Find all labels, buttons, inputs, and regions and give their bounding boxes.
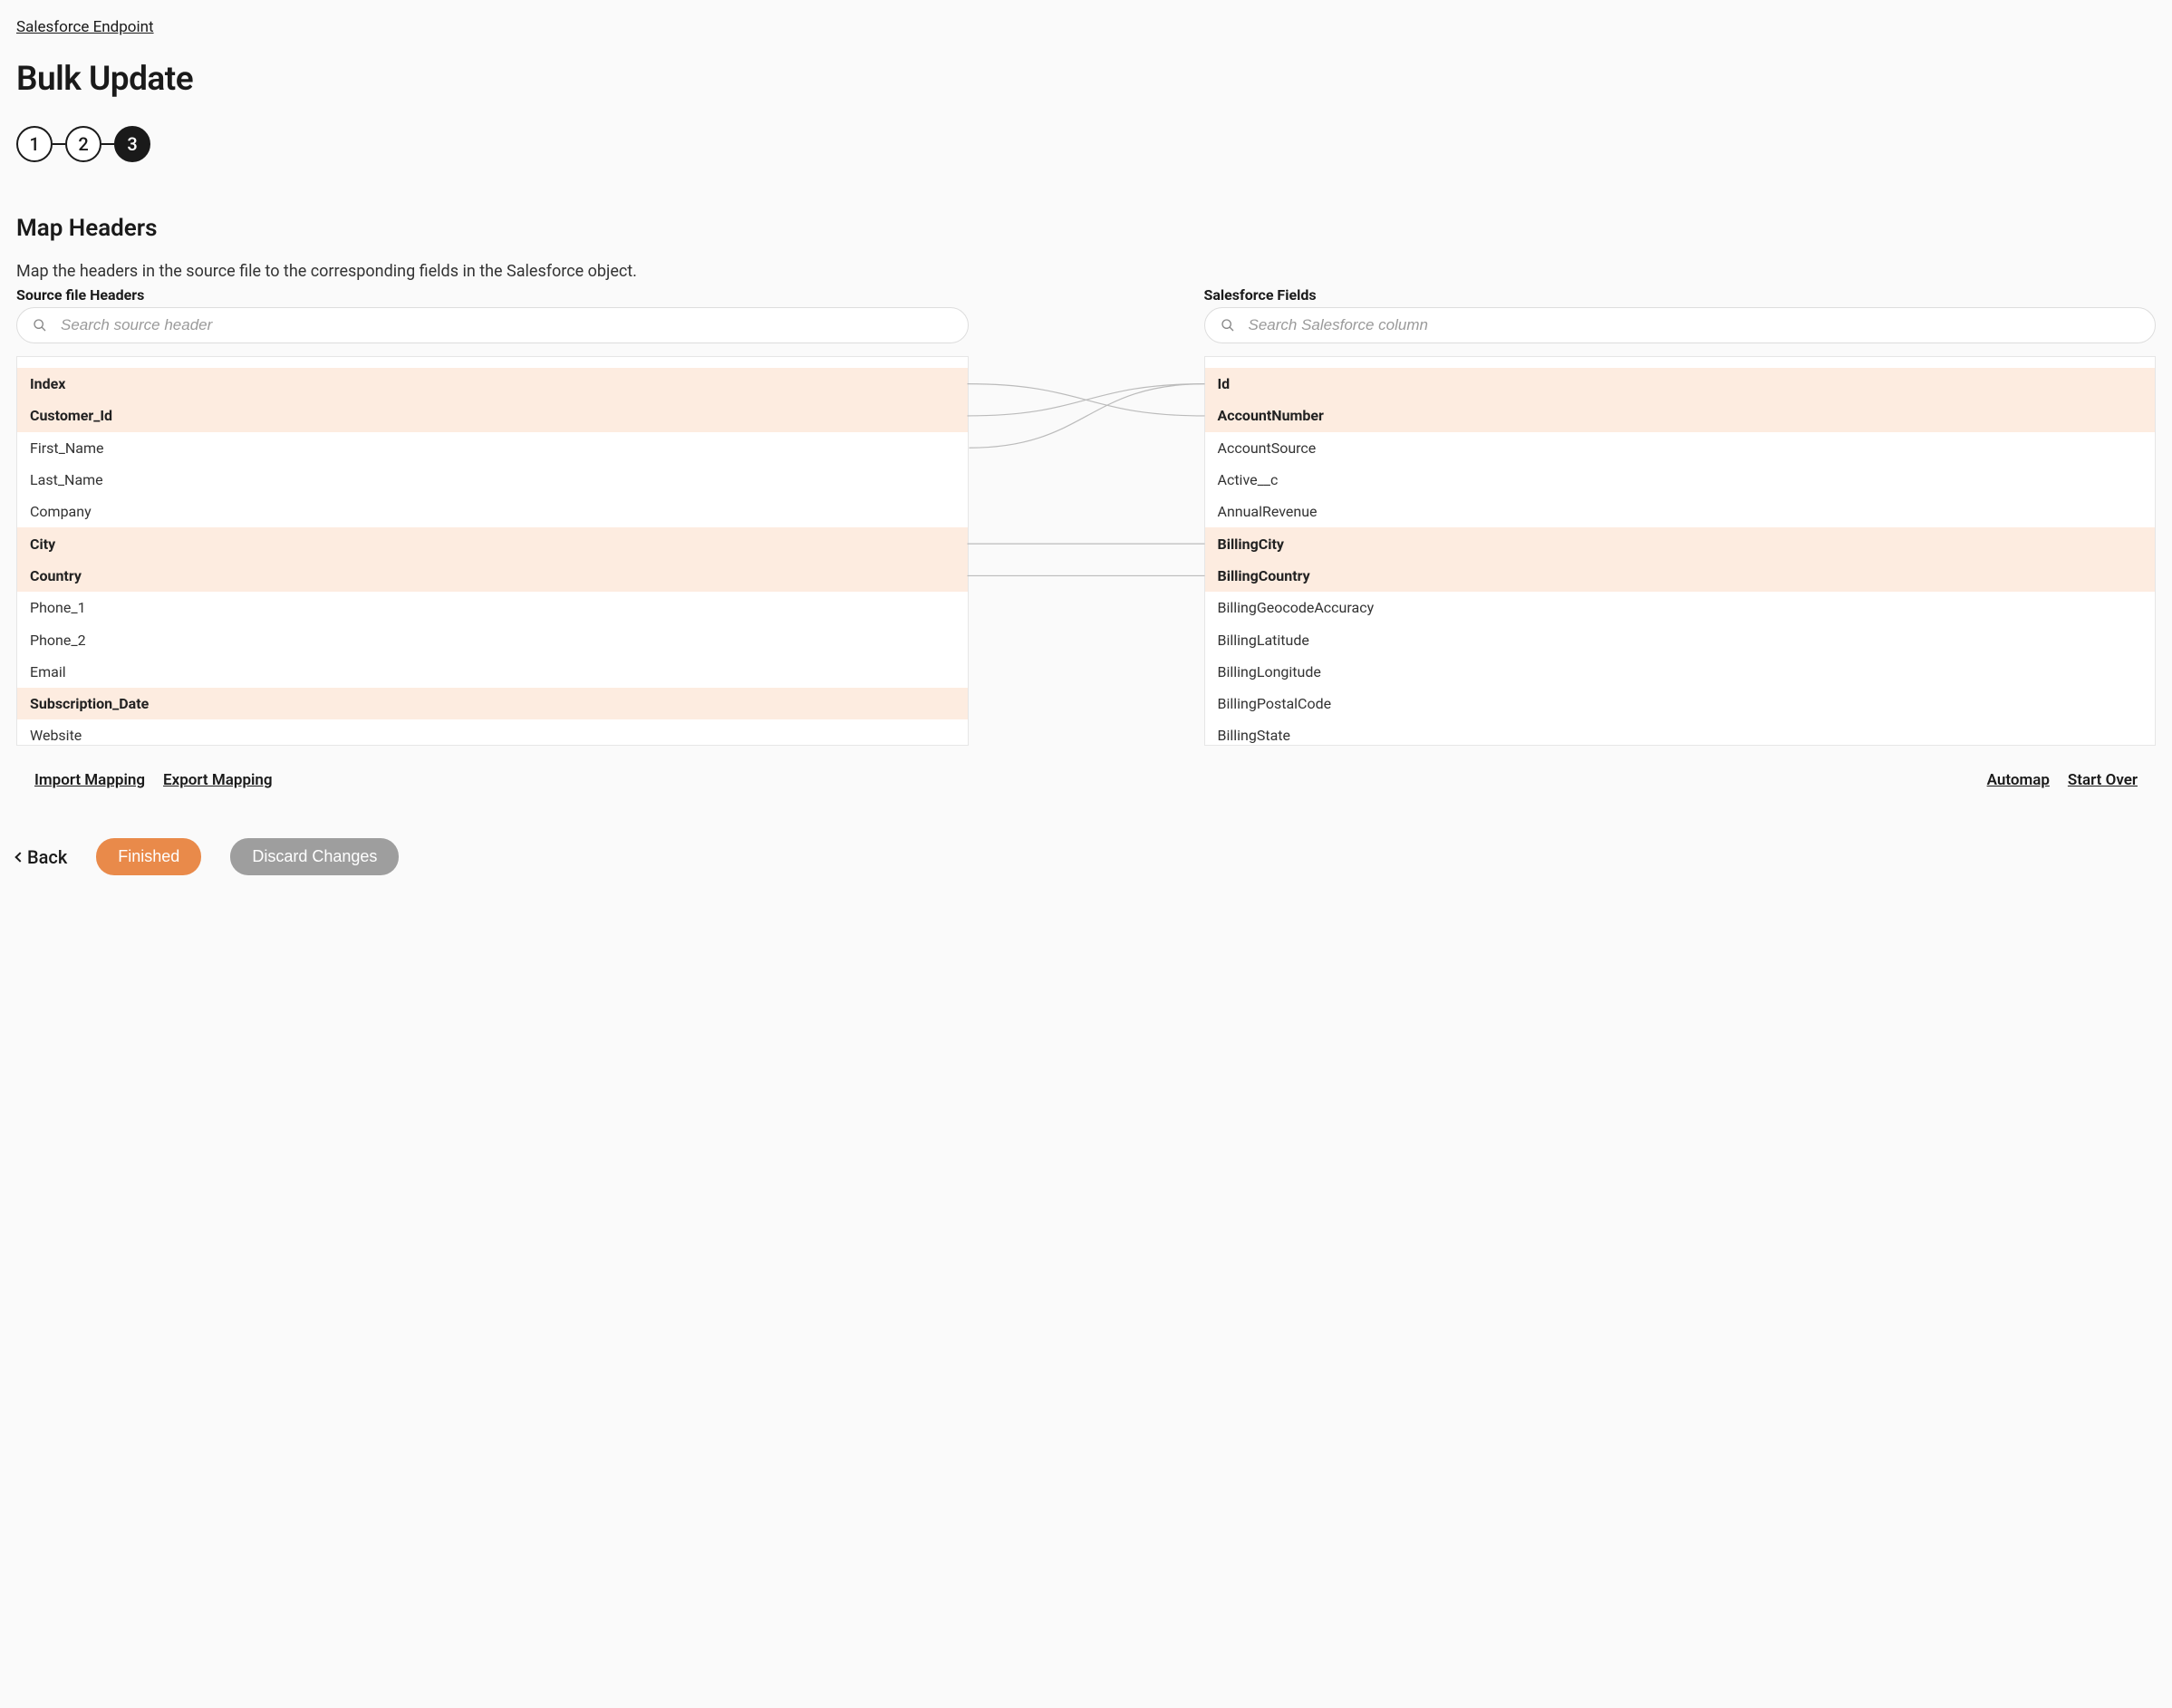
section-title: Map Headers <box>16 215 2156 242</box>
source-search-input[interactable] <box>16 307 969 343</box>
section-description: Map the headers in the source file to th… <box>16 262 2156 281</box>
source-header-item[interactable]: City <box>17 527 968 559</box>
source-header-item[interactable]: Phone_2 <box>17 623 968 655</box>
search-icon <box>1221 318 1235 333</box>
step-2[interactable]: 2 <box>65 126 101 162</box>
salesforce-field-item[interactable]: BillingCity <box>1205 527 2156 559</box>
step-connector <box>53 143 65 145</box>
import-mapping-link[interactable]: Import Mapping <box>34 771 145 789</box>
salesforce-field-item[interactable]: AnnualRevenue <box>1205 496 2156 527</box>
source-header-item[interactable]: Index <box>17 368 968 400</box>
salesforce-field-item[interactable]: BillingCountry <box>1205 560 2156 592</box>
salesforce-field-item[interactable]: BillingLongitude <box>1205 656 2156 688</box>
step-3[interactable]: 3 <box>114 126 150 162</box>
export-mapping-link[interactable]: Export Mapping <box>163 771 273 789</box>
start-over-link[interactable]: Start Over <box>2068 771 2138 789</box>
source-header-item[interactable]: Company <box>17 496 968 527</box>
source-header-item[interactable]: First_Name <box>17 432 968 464</box>
source-headers-label: Source file Headers <box>16 286 969 304</box>
discard-changes-button[interactable]: Discard Changes <box>230 838 399 875</box>
chevron-left-icon <box>14 852 24 862</box>
page-title: Bulk Update <box>16 60 2156 99</box>
breadcrumb-link[interactable]: Salesforce Endpoint <box>16 18 154 36</box>
source-header-item[interactable]: Country <box>17 560 968 592</box>
salesforce-field-item[interactable]: BillingState <box>1205 719 2156 746</box>
salesforce-fields-label: Salesforce Fields <box>1204 286 2157 304</box>
source-header-item[interactable]: Phone_1 <box>17 592 968 623</box>
source-header-item[interactable]: Website <box>17 719 968 746</box>
back-label: Back <box>27 846 67 868</box>
source-header-item[interactable]: Last_Name <box>17 464 968 496</box>
salesforce-fields-list[interactable]: IdAccountNumberAccountSourceActive__cAnn… <box>1204 356 2157 746</box>
finished-button[interactable]: Finished <box>96 838 201 875</box>
salesforce-field-item[interactable]: BillingPostalCode <box>1205 688 2156 719</box>
source-header-item[interactable]: Customer_Id <box>17 400 968 431</box>
salesforce-field-item[interactable]: Id <box>1205 368 2156 400</box>
back-button[interactable]: Back <box>16 846 67 868</box>
salesforce-field-item[interactable]: AccountSource <box>1205 432 2156 464</box>
salesforce-field-item[interactable]: Active__c <box>1205 464 2156 496</box>
salesforce-field-item[interactable]: AccountNumber <box>1205 400 2156 431</box>
salesforce-search-input[interactable] <box>1204 307 2157 343</box>
source-header-item[interactable]: Email <box>17 656 968 688</box>
wizard-stepper: 123 <box>16 126 2156 162</box>
salesforce-field-item[interactable]: BillingGeocodeAccuracy <box>1205 592 2156 623</box>
source-headers-list[interactable]: IndexCustomer_IdFirst_NameLast_NameCompa… <box>16 356 969 746</box>
source-header-item[interactable]: Subscription_Date <box>17 688 968 719</box>
salesforce-field-item[interactable]: BillingLatitude <box>1205 623 2156 655</box>
automap-link[interactable]: Automap <box>1987 771 2050 789</box>
step-1[interactable]: 1 <box>16 126 53 162</box>
step-connector <box>101 143 114 145</box>
search-icon <box>33 318 47 333</box>
